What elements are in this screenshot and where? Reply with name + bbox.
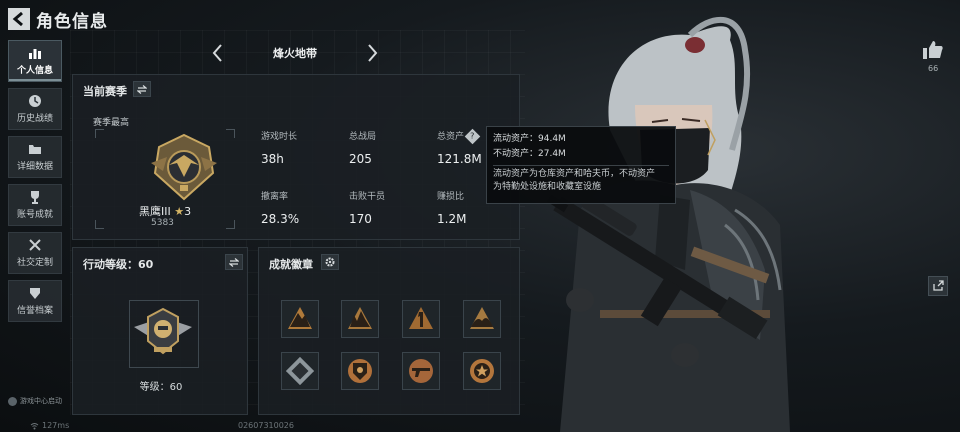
- mode-name: 烽火地带: [273, 47, 317, 60]
- nav-label: 社交定制: [16, 258, 53, 268]
- season-swap-button[interactable]: [133, 81, 151, 97]
- character-portrait: [546, 17, 790, 432]
- game-center-label: 游戏中心启动: [20, 397, 62, 405]
- rank-name: 黑鹰III ★3: [139, 205, 192, 218]
- chevron-left-icon[interactable]: [210, 42, 224, 64]
- nav-label: 信誉档案: [16, 306, 53, 316]
- stat-profit-loss: 赚损比 1.2M: [437, 192, 467, 226]
- share-button[interactable]: [928, 276, 948, 296]
- achievement-badge[interactable]: [463, 352, 501, 390]
- wifi-icon: [30, 423, 39, 430]
- nav-item-history[interactable]: 历史战绩: [8, 88, 62, 130]
- game-center-icon: [8, 396, 17, 406]
- achievement-badge[interactable]: [463, 300, 501, 338]
- achievement-badge[interactable]: [402, 352, 440, 390]
- achievement-badge[interactable]: [281, 352, 319, 390]
- season-panel: 当前赛季 赛季最高 黑鹰III ★3 5383 游戏时长 38h 总战局 205…: [72, 74, 520, 240]
- bar-chart-icon: [29, 49, 41, 59]
- assets-tooltip: 流动资产：94.4M 不动资产：27.4M 流动资产为仓库资产和哈夫币，不动资产…: [486, 126, 676, 204]
- page-title: 角色信息: [36, 12, 108, 32]
- level-panel: 行动等级：60 等级：60: [72, 247, 248, 415]
- crate-badge-icon: [286, 357, 314, 385]
- level-swap-button[interactable]: [225, 254, 243, 270]
- achievements-settings-button[interactable]: [321, 254, 339, 270]
- stat-extraction-rate: 撤离率 28.3%: [261, 192, 300, 226]
- police-badge-icon: [348, 359, 372, 383]
- side-nav: 个人信息 历史战绩 详细数据 账号成就 社交定制 信誉档案: [8, 40, 64, 328]
- clock-icon: [29, 95, 41, 107]
- back-arrow-icon[interactable]: [8, 8, 30, 30]
- status-bar: 127ms 02607310026: [0, 420, 960, 432]
- black-hawk-rank-icon: [151, 133, 217, 201]
- season-title: 当前赛季: [83, 85, 127, 98]
- tools-icon: [29, 239, 41, 251]
- nav-label: 详细数据: [16, 162, 53, 172]
- swap-icon: [229, 257, 239, 267]
- season-best-label: 赛季最高: [93, 118, 130, 128]
- ping-value: 127ms: [42, 421, 70, 430]
- top-bar: 角色信息: [0, 0, 960, 36]
- ruins-badge-icon: [348, 307, 372, 329]
- achievement-badge[interactable]: [341, 352, 379, 390]
- achievements-title: 成就徽章: [269, 258, 313, 271]
- shield-icon: [30, 288, 40, 299]
- stat-total-matches: 总战局 205: [349, 132, 377, 166]
- tooltip-liquid-assets: 流动资产：94.4M: [493, 134, 566, 144]
- achievement-badge[interactable]: [281, 300, 319, 338]
- nav-label: 历史战绩: [16, 114, 53, 124]
- like-count: 66: [928, 64, 939, 73]
- gear-icon: [325, 257, 335, 267]
- achievement-badge[interactable]: [402, 300, 440, 338]
- share-icon: [933, 280, 944, 291]
- level-emblem-icon: [134, 307, 192, 355]
- star-medal-badge-icon: [470, 359, 494, 383]
- folder-icon: [29, 145, 41, 154]
- mountain-badge-icon: [288, 307, 312, 329]
- assets-info-button[interactable]: ?: [464, 128, 481, 145]
- game-center-launch[interactable]: 游戏中心启动: [8, 396, 62, 406]
- stat-total-assets: 总资产? 121.8M: [437, 128, 482, 166]
- gun-badge-icon: [409, 359, 433, 383]
- nav-item-profile[interactable]: 个人信息: [8, 40, 62, 82]
- stat-operators-defeated: 击败干员 170: [349, 192, 386, 226]
- nav-label: 个人信息: [16, 66, 53, 76]
- swap-icon: [137, 84, 147, 94]
- thumbs-up-icon[interactable]: [922, 40, 944, 60]
- number-one-badge-icon: [409, 307, 433, 329]
- hills-badge-icon: [470, 307, 494, 329]
- achievement-badge[interactable]: [341, 300, 379, 338]
- mode-selector: 烽火地带: [210, 42, 380, 64]
- nav-label: 账号成就: [16, 210, 53, 220]
- tooltip-description: 流动资产为仓库资产和哈夫币，不动资产 为特勤处设施和收藏室设施: [493, 169, 656, 192]
- nav-item-achievements[interactable]: 账号成就: [8, 184, 62, 226]
- user-id: 02607310026: [238, 421, 294, 430]
- achievements-panel: 成就徽章: [258, 247, 520, 415]
- level-title: 行动等级：60: [83, 258, 154, 271]
- trophy-icon: [31, 191, 39, 204]
- nav-item-reputation[interactable]: 信誉档案: [8, 280, 62, 322]
- nav-item-social[interactable]: 社交定制: [8, 232, 62, 274]
- level-label: 等级：60: [139, 382, 183, 393]
- stat-play-time: 游戏时长 38h: [261, 132, 298, 166]
- rank-frame: 黑鹰III ★3 5383: [95, 129, 235, 229]
- chevron-right-icon[interactable]: [366, 42, 380, 64]
- rank-points: 5383: [151, 218, 174, 228]
- tooltip-fixed-assets: 不动资产：27.4M: [493, 149, 566, 159]
- level-badge-frame: [129, 300, 199, 368]
- nav-item-details[interactable]: 详细数据: [8, 136, 62, 178]
